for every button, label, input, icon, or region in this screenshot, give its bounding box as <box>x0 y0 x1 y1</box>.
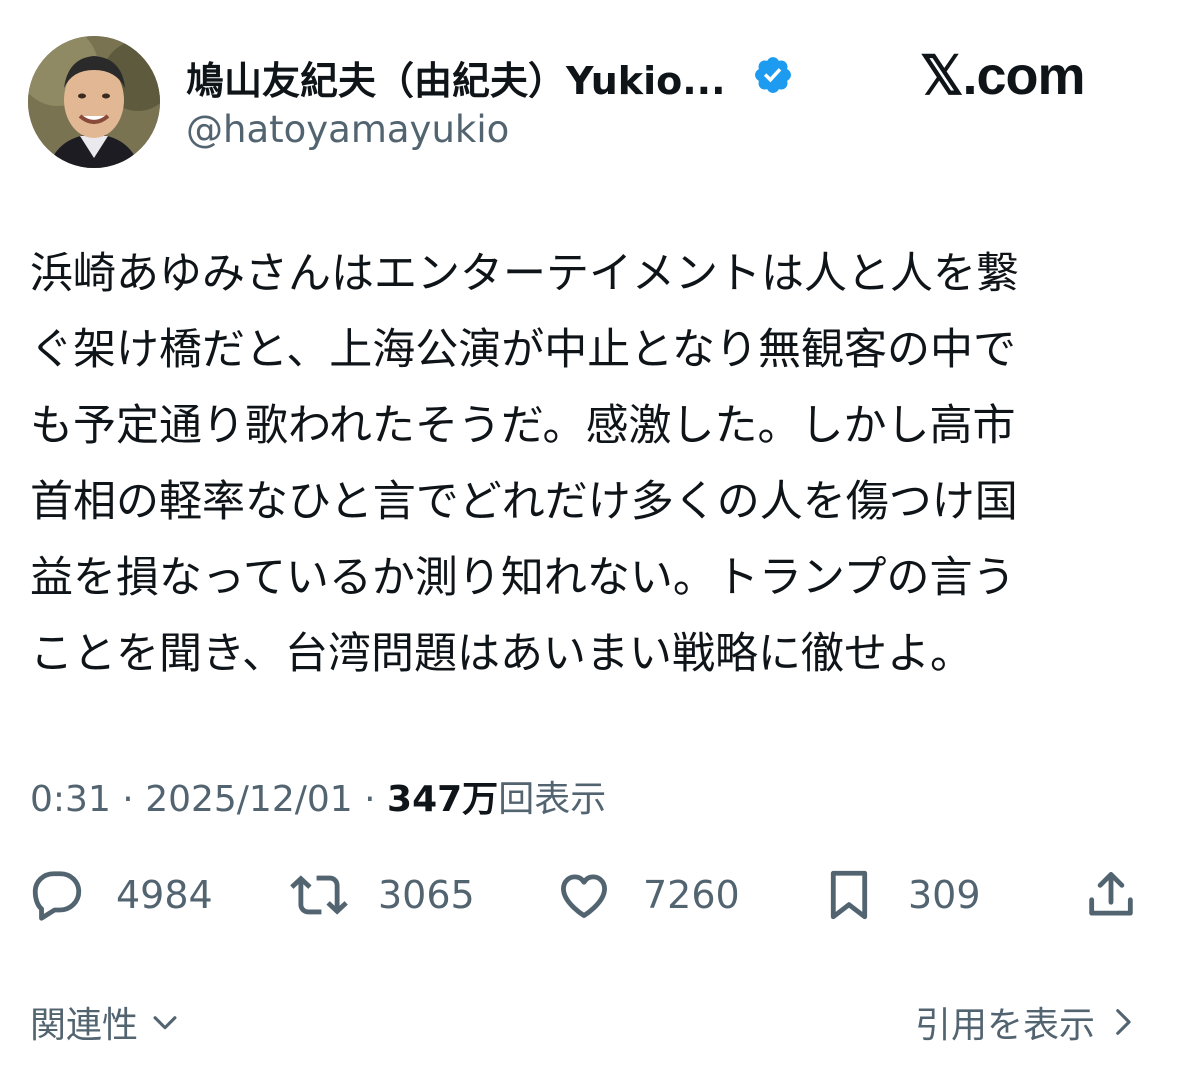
tweet-line: 浜崎あゆみさんはエンターテイメントは人と人を繋 <box>30 249 1019 299</box>
reply-count: 4984 <box>116 873 213 917</box>
avatar-image <box>28 36 160 168</box>
tweet-date[interactable]: 2025/12/01 <box>145 779 353 820</box>
tweet-meta: 0:31 · 2025/12/01 · 347万回表示 <box>30 770 606 822</box>
quotes-label: 引用を表示 <box>914 1005 1095 1046</box>
reply-icon <box>32 871 82 921</box>
like-count: 7260 <box>643 873 740 917</box>
chevron-down-icon <box>153 1016 177 1030</box>
action-bar: 4984 3065 7260 309 <box>0 860 1179 930</box>
tweet-line: ことを聞き、台湾問題はあいまい戦略に徹せよ。 <box>30 629 973 679</box>
avatar[interactable] <box>28 36 160 168</box>
tweet-line: 首相の軽率なひと言でどれだけ多くの人を傷つけ国 <box>30 477 1018 527</box>
view-quotes-link[interactable]: 引用を表示 <box>915 996 1139 1048</box>
tweet-line: ぐ架け橋だと、上海公演が中止となり無観客の中で <box>30 325 1016 375</box>
meta-separator: · <box>352 779 388 820</box>
brand-logo: 𝕏.com <box>920 46 1086 106</box>
related-sort-toggle[interactable]: 関連性 <box>30 996 182 1048</box>
display-name[interactable]: 鳩山友紀夫（由紀夫）Yukio... <box>186 50 726 105</box>
chevron-right-icon <box>1116 1009 1131 1035</box>
verified-badge-icon <box>755 57 791 93</box>
meta-separator: · <box>110 779 146 820</box>
tweet-line: 益を損なっているか測り知れない。トランプの言う <box>30 553 1016 603</box>
retweet-button[interactable]: 3065 <box>290 860 475 930</box>
reply-button[interactable]: 4984 <box>28 860 213 930</box>
like-icon <box>561 874 607 918</box>
tweet-line: も予定通り歌われたそうだ。感激した。しかし高市 <box>30 401 1016 451</box>
bookmark-button[interactable]: 309 <box>820 860 981 930</box>
share-icon <box>1089 872 1133 916</box>
tweet-time[interactable]: 0:31 <box>30 779 111 820</box>
view-count: 347万 <box>387 779 499 820</box>
bookmark-icon <box>830 870 868 920</box>
related-label: 関連性 <box>30 1005 139 1046</box>
retweet-icon <box>290 875 348 915</box>
like-button[interactable]: 7260 <box>555 860 740 930</box>
share-button[interactable] <box>1082 860 1140 930</box>
view-label: 回表示 <box>498 779 607 820</box>
user-handle[interactable]: @hatoyamayukio <box>186 108 509 151</box>
tweet-text: 浜崎あゆみさんはエンターテイメントは人と人を繋 ぐ架け橋だと、上海公演が中止とな… <box>30 236 1155 692</box>
bookmark-count: 309 <box>908 873 981 917</box>
retweet-count: 3065 <box>378 873 475 917</box>
